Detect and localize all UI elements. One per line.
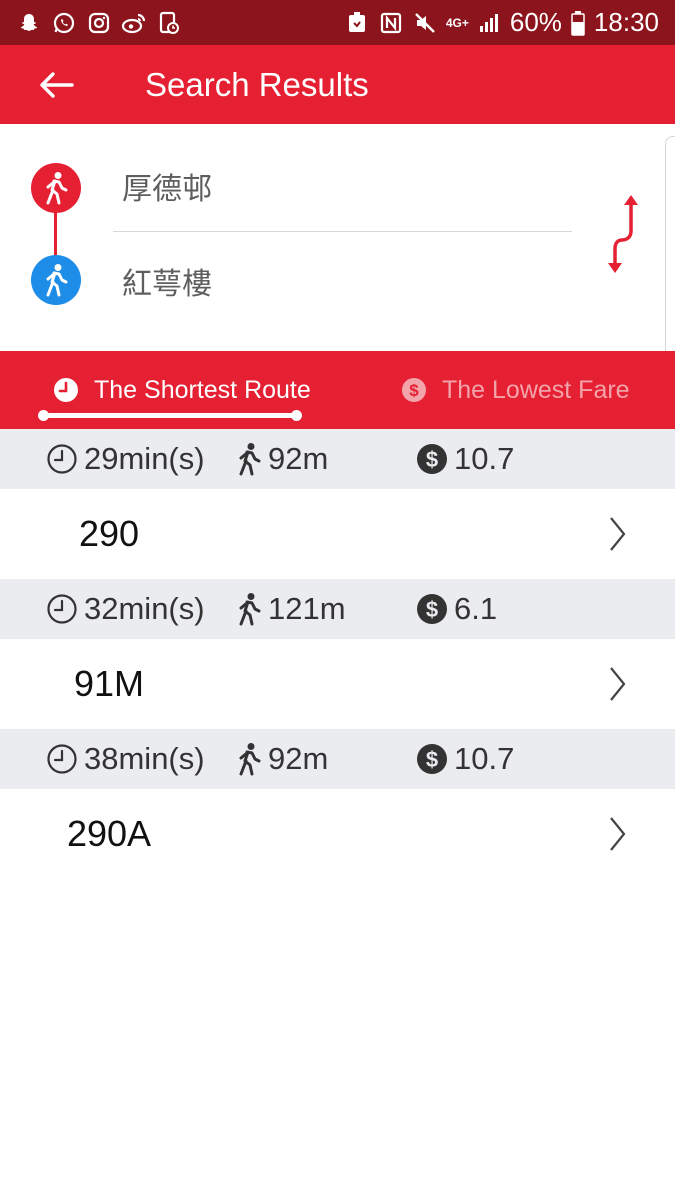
travel-time: 38min(s) bbox=[46, 729, 205, 789]
page-title: Search Results bbox=[145, 66, 369, 103]
notification-icons bbox=[16, 10, 182, 36]
battery-saver-icon bbox=[344, 10, 370, 36]
svg-text:$: $ bbox=[426, 597, 438, 622]
panel-edge-handle bbox=[665, 136, 675, 356]
route-number: 290A bbox=[66, 813, 152, 854]
route-result-row[interactable]: 91M bbox=[0, 639, 675, 729]
destination-walk-icon bbox=[31, 255, 81, 305]
origin-field[interactable]: 厚德邨 bbox=[122, 164, 212, 208]
clock-icon bbox=[52, 376, 80, 404]
walk-icon bbox=[239, 443, 261, 476]
route-result-row[interactable]: 290 bbox=[0, 489, 675, 579]
tab-lowest-fare-label: The Lowest Fare bbox=[442, 375, 630, 404]
nfc-icon bbox=[378, 10, 404, 36]
active-tab-indicator bbox=[38, 410, 302, 421]
travel-time: 29min(s) bbox=[46, 429, 205, 489]
result-summary: 38min(s) 92m $ 10.7 bbox=[0, 729, 675, 789]
result-summary: 32min(s) 121m $ 6.1 bbox=[0, 579, 675, 639]
dollar-icon: $ bbox=[400, 376, 428, 404]
result-summary: 29min(s) 92m $ 10.7 bbox=[0, 429, 675, 489]
system-icons: 4G+ 60% 18:30 bbox=[344, 7, 659, 38]
dollar-icon: $ bbox=[417, 744, 447, 774]
fare: $ 6.1 bbox=[416, 579, 497, 639]
chevron-right-icon bbox=[606, 516, 630, 552]
network-type-label: 4G+ bbox=[445, 15, 469, 30]
walking-distance: 92m bbox=[236, 429, 328, 489]
status-bar: 4G+ 60% 18:30 bbox=[0, 0, 675, 45]
walking-distance: 92m bbox=[236, 729, 328, 789]
battery-percent: 60% bbox=[509, 7, 562, 37]
chevron-right-icon bbox=[606, 666, 630, 702]
whatsapp-icon bbox=[51, 10, 77, 36]
weibo-icon bbox=[121, 10, 147, 36]
walk-icon bbox=[239, 743, 261, 776]
screen-timer-icon bbox=[156, 10, 182, 36]
signal-icon bbox=[476, 10, 502, 36]
sort-tab-bar: The Shortest Route $ The Lowest Fare bbox=[0, 351, 675, 429]
battery-icon bbox=[570, 10, 586, 36]
route-number: 290 bbox=[78, 513, 140, 554]
instagram-icon bbox=[86, 10, 112, 36]
mute-icon bbox=[412, 10, 438, 36]
travel-time: 32min(s) bbox=[46, 579, 205, 639]
walking-distance: 121m bbox=[236, 579, 346, 639]
fare: $ 10.7 bbox=[416, 729, 514, 789]
tab-lowest-fare[interactable]: $ The Lowest Fare bbox=[400, 351, 630, 429]
destination-field[interactable]: 紅萼樓 bbox=[122, 259, 212, 303]
clock-outline-icon bbox=[47, 744, 77, 774]
svg-text:$: $ bbox=[426, 747, 438, 772]
svg-text:$: $ bbox=[409, 381, 419, 400]
dollar-icon: $ bbox=[417, 444, 447, 474]
clock: 18:30 bbox=[593, 7, 659, 37]
swap-direction-icon[interactable] bbox=[600, 189, 646, 279]
origin-walk-icon bbox=[31, 163, 81, 213]
route-result-row[interactable]: 290A bbox=[0, 789, 675, 879]
svg-text:$: $ bbox=[426, 447, 438, 472]
tab-shortest-route-label: The Shortest Route bbox=[94, 375, 311, 404]
clock-outline-icon bbox=[47, 594, 77, 624]
snapchat-icon bbox=[16, 10, 42, 36]
app-bar: Search Results bbox=[0, 45, 675, 124]
walk-icon bbox=[239, 593, 261, 626]
dollar-icon: $ bbox=[417, 594, 447, 624]
route-number: 91M bbox=[73, 663, 145, 704]
fare: $ 10.7 bbox=[416, 429, 514, 489]
route-connector-line bbox=[54, 210, 57, 260]
back-arrow-icon[interactable] bbox=[36, 65, 76, 105]
field-divider bbox=[113, 231, 572, 232]
clock-outline-icon bbox=[47, 444, 77, 474]
origin-destination-panel: 厚德邨 紅萼樓 bbox=[0, 124, 675, 356]
chevron-right-icon bbox=[606, 816, 630, 852]
